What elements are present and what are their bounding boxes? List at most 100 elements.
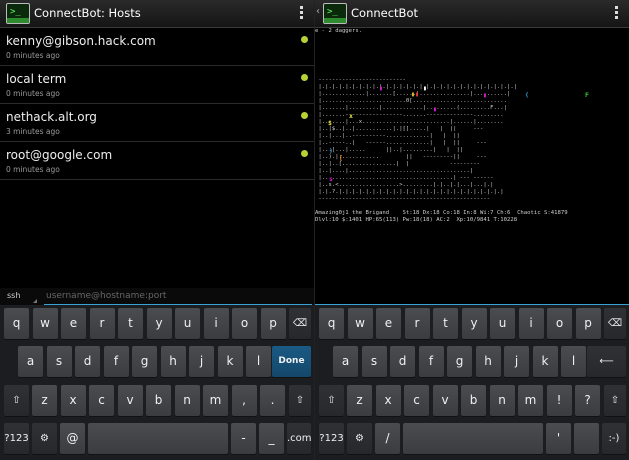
key-j[interactable]: j	[504, 346, 529, 377]
quick-connect-input[interactable]	[44, 288, 312, 305]
slash-key[interactable]: /	[375, 423, 400, 454]
key-question[interactable]: ?	[575, 385, 600, 416]
terminal-screen: ‹ >_ ConnectBot e - 2 daggers. ---------…	[315, 0, 629, 460]
key-g[interactable]: g	[132, 346, 157, 377]
key-period[interactable]: .	[260, 385, 285, 416]
key-s[interactable]: s	[46, 346, 72, 377]
enter-key[interactable]: ⟵	[587, 346, 626, 377]
key-z[interactable]: z	[32, 385, 57, 416]
key-d[interactable]: d	[390, 346, 415, 377]
key-l[interactable]: l	[561, 346, 586, 377]
right-keyboard: q w e r t y u i o p ⌫ a s d f g h j k l ⟵ ⇧ z x c v b n m!? ⇧ ?123 ⚙ / ':…	[315, 305, 629, 460]
key-u[interactable]: u	[175, 308, 200, 339]
shift-key[interactable]: ⇧	[4, 385, 29, 416]
at-key[interactable]: @	[60, 423, 85, 454]
overflow-menu-icon[interactable]	[615, 6, 619, 22]
key-z[interactable]: z	[347, 385, 372, 416]
settings-key[interactable]: ⚙	[32, 423, 57, 454]
done-key[interactable]: Done	[272, 346, 311, 377]
key-h[interactable]: h	[160, 346, 186, 377]
key-b[interactable]: b	[461, 385, 486, 416]
host-item[interactable]: local term 0 minutes ago	[0, 66, 314, 104]
key-k[interactable]: k	[217, 346, 243, 377]
key-y[interactable]: y	[461, 308, 487, 339]
key-a[interactable]: a	[333, 346, 358, 377]
gold-glyph: $	[328, 119, 332, 127]
space-key[interactable]	[88, 423, 228, 454]
key-i[interactable]: i	[203, 308, 229, 339]
smiley-key[interactable]: :-)	[602, 423, 626, 454]
app-terminal-icon[interactable]: >_	[6, 3, 30, 24]
key-v[interactable]: v	[117, 385, 143, 416]
key-m[interactable]: m	[203, 385, 228, 416]
status-dot-icon	[301, 112, 308, 119]
dash-key[interactable]	[574, 423, 599, 454]
key-j[interactable]: j	[189, 346, 214, 377]
item-glyph: )	[329, 147, 333, 155]
key-comma[interactable]: ,	[231, 385, 257, 416]
host-item[interactable]: root@google.com 0 minutes ago	[0, 142, 314, 180]
key-c[interactable]: c	[404, 385, 429, 416]
key-k[interactable]: k	[532, 346, 558, 377]
key-w[interactable]: w	[32, 308, 58, 339]
host-item[interactable]: kenny@gibson.hack.com 0 minutes ago	[0, 28, 314, 66]
host-item[interactable]: nethack.alt.org 3 minutes ago	[0, 104, 314, 142]
key-b[interactable]: b	[146, 385, 171, 416]
key-o[interactable]: o	[547, 308, 572, 339]
backspace-key[interactable]: ⌫	[289, 308, 311, 339]
key-n[interactable]: n	[489, 385, 515, 416]
host-name: local term	[6, 72, 67, 86]
backspace-key[interactable]: ⌫	[604, 308, 626, 339]
shift-key[interactable]: ⇧	[319, 385, 344, 416]
settings-key[interactable]: ⚙	[347, 423, 372, 454]
shift-key-right[interactable]: ⇧	[604, 385, 626, 416]
shift-key-right[interactable]: ⇧	[289, 385, 311, 416]
key-s[interactable]: s	[361, 346, 387, 377]
key-n[interactable]: n	[174, 385, 200, 416]
hosts-screen: >_ ConnectBot: Hosts kenny@gibson.hack.c…	[0, 0, 314, 460]
key-q[interactable]: q	[4, 308, 29, 339]
shift-icon: ⇧	[327, 395, 336, 406]
dotcom-key[interactable]: .com	[287, 423, 312, 454]
key-w[interactable]: w	[347, 308, 373, 339]
key-t[interactable]: t	[433, 308, 458, 339]
overflow-menu-icon[interactable]	[300, 6, 304, 22]
key-c[interactable]: c	[89, 385, 114, 416]
key-exclamation[interactable]: !	[546, 385, 572, 416]
key-f[interactable]: f	[418, 346, 444, 377]
symbols-key[interactable]: ?123	[4, 423, 29, 454]
key-m[interactable]: m	[518, 385, 543, 416]
key-a[interactable]: a	[18, 346, 43, 377]
symbols-key[interactable]: ?123	[319, 423, 344, 454]
key-o[interactable]: o	[232, 308, 257, 339]
key-e[interactable]: e	[61, 308, 86, 339]
key-p[interactable]: p	[575, 308, 601, 339]
apostrophe-key[interactable]: '	[546, 423, 571, 454]
key-e[interactable]: e	[376, 308, 401, 339]
key-r[interactable]: r	[404, 308, 430, 339]
key-t[interactable]: t	[118, 308, 143, 339]
protocol-spinner[interactable]: ssh	[0, 288, 40, 305]
key-x[interactable]: x	[375, 385, 401, 416]
key-u[interactable]: u	[490, 308, 515, 339]
underscore-key[interactable]: _	[259, 423, 284, 454]
key-q[interactable]: q	[319, 308, 344, 339]
dash-key[interactable]: -	[231, 423, 256, 454]
app-terminal-icon[interactable]: >_	[323, 3, 347, 24]
key-l[interactable]: l	[246, 346, 271, 377]
key-y[interactable]: y	[146, 308, 172, 339]
hosts-title: ConnectBot: Hosts	[34, 6, 141, 20]
key-x[interactable]: x	[60, 385, 86, 416]
key-p[interactable]: p	[260, 308, 286, 339]
key-f[interactable]: f	[103, 346, 129, 377]
terminal-view[interactable]: e - 2 daggers. -------------------------…	[315, 28, 629, 305]
settings-icon: ⚙	[40, 433, 49, 444]
key-r[interactable]: r	[89, 308, 115, 339]
key-g[interactable]: g	[447, 346, 472, 377]
key-d[interactable]: d	[75, 346, 100, 377]
key-h[interactable]: h	[475, 346, 501, 377]
space-key[interactable]	[403, 423, 543, 454]
back-caret-icon[interactable]: ‹	[316, 6, 320, 17]
key-v[interactable]: v	[432, 385, 458, 416]
key-i[interactable]: i	[518, 308, 544, 339]
